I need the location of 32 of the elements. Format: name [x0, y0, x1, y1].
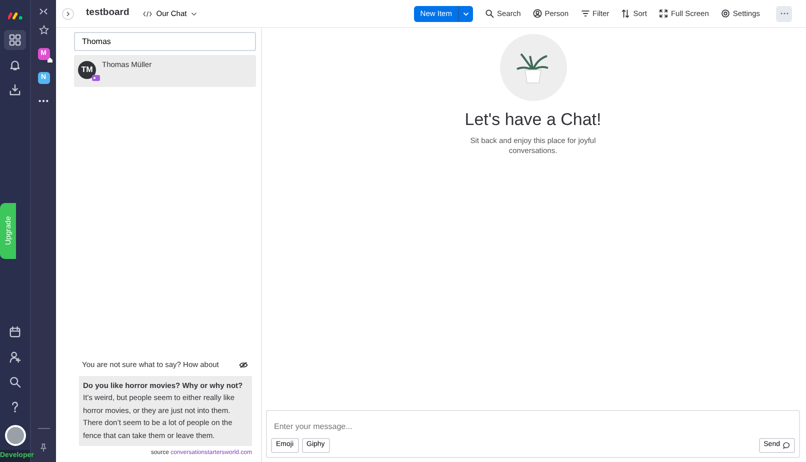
- chat-title: Let's have a Chat!: [464, 109, 602, 131]
- pin-icon: [40, 443, 47, 452]
- expand-icon: [658, 9, 668, 18]
- bell-icon: [9, 59, 21, 71]
- caret-icon: [190, 12, 197, 16]
- chevron-icon: [66, 10, 70, 16]
- avatar[interactable]: [4, 424, 26, 446]
- help-icon: [9, 400, 21, 412]
- more-icon: [38, 99, 49, 103]
- calendar-icon: [9, 326, 21, 338]
- more-icon: [780, 12, 788, 15]
- hide-icon: [239, 362, 248, 368]
- grid-icon: [9, 34, 21, 46]
- caret-icon: [462, 12, 469, 16]
- nav-item[interactable]: [4, 30, 26, 50]
- gear-icon: [720, 9, 730, 18]
- star-icon: [38, 25, 48, 35]
- filter-icon: [580, 9, 590, 18]
- collapse-icon: [39, 8, 48, 15]
- board-title: testboard: [86, 6, 130, 20]
- expand-toggle[interactable]: [62, 8, 74, 20]
- code-icon: [143, 10, 152, 16]
- add-person-icon: [9, 350, 21, 362]
- logo-icon: [8, 10, 22, 20]
- search-icon: [484, 9, 494, 18]
- badge-icon: [92, 75, 100, 81]
- search-icon: [9, 376, 21, 388]
- chat-bubble-icon: [783, 442, 790, 449]
- sort-icon: [621, 9, 630, 18]
- download-icon: [9, 84, 21, 96]
- person-icon: [532, 9, 542, 18]
- search-field[interactable]: Thomas: [74, 32, 256, 51]
